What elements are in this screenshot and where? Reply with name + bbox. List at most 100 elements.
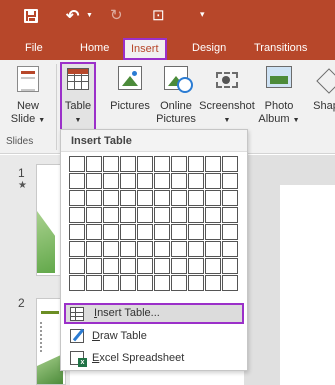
online-pictures-button[interactable]: Online Pictures (154, 66, 198, 126)
table-grid-cell[interactable] (205, 190, 221, 206)
tab-home[interactable]: Home (80, 42, 109, 54)
table-grid-cell[interactable] (188, 241, 204, 257)
undo-dropdown-icon[interactable]: ▼ (86, 12, 93, 19)
table-grid-cell[interactable] (171, 207, 187, 223)
table-grid-cell[interactable] (171, 258, 187, 274)
table-grid-cell[interactable] (137, 224, 153, 240)
table-grid-cell[interactable] (171, 156, 187, 172)
table-grid-cell[interactable] (69, 258, 85, 274)
table-grid-cell[interactable] (205, 224, 221, 240)
table-grid-cell[interactable] (86, 190, 102, 206)
table-grid-cell[interactable] (86, 241, 102, 257)
table-grid-cell[interactable] (103, 173, 119, 189)
tab-transitions[interactable]: Transitions (254, 42, 307, 54)
table-grid-cell[interactable] (154, 275, 170, 291)
table-grid-cell[interactable] (205, 207, 221, 223)
new-slide-button[interactable]: New Slide ▼ (4, 66, 52, 127)
table-grid-cell[interactable] (120, 224, 136, 240)
slide-canvas[interactable] (280, 185, 335, 385)
undo-icon[interactable]: ↶ (66, 6, 79, 26)
customize-toolbar-icon[interactable]: ▾ (200, 9, 205, 20)
table-grid-cell[interactable] (188, 275, 204, 291)
table-grid-cell[interactable] (103, 275, 119, 291)
table-grid-cell[interactable] (188, 173, 204, 189)
table-grid-cell[interactable] (120, 207, 136, 223)
table-grid-cell[interactable] (120, 156, 136, 172)
table-grid-cell[interactable] (69, 275, 85, 291)
table-grid-cell[interactable] (137, 156, 153, 172)
table-grid-cell[interactable] (137, 275, 153, 291)
excel-spreadsheet-menu-item[interactable]: Excel Spreadsheet (64, 348, 244, 369)
table-grid-cell[interactable] (86, 173, 102, 189)
save-icon[interactable] (24, 9, 38, 23)
photo-album-button[interactable]: Photo Album ▼ (252, 66, 306, 127)
screenshot-button[interactable]: Screenshot ▼ (196, 66, 258, 127)
start-slideshow-icon[interactable]: ⊡ (152, 6, 165, 24)
table-grid-cell[interactable] (222, 190, 238, 206)
table-grid-cell[interactable] (188, 190, 204, 206)
table-grid-cell[interactable] (69, 241, 85, 257)
table-grid-cell[interactable] (222, 207, 238, 223)
table-grid-cell[interactable] (137, 258, 153, 274)
table-grid-cell[interactable] (188, 258, 204, 274)
table-grid-cell[interactable] (86, 275, 102, 291)
pictures-button[interactable]: Pictures (106, 66, 154, 113)
table-grid-cell[interactable] (222, 173, 238, 189)
table-grid-cell[interactable] (154, 156, 170, 172)
table-grid-cell[interactable] (137, 207, 153, 223)
table-grid-cell[interactable] (120, 275, 136, 291)
table-grid-cell[interactable] (188, 207, 204, 223)
table-grid-cell[interactable] (120, 173, 136, 189)
table-grid-cell[interactable] (137, 241, 153, 257)
table-grid-cell[interactable] (137, 190, 153, 206)
table-grid-cell[interactable] (222, 258, 238, 274)
table-grid-cell[interactable] (188, 224, 204, 240)
table-grid-cell[interactable] (154, 224, 170, 240)
table-grid-cell[interactable] (222, 156, 238, 172)
table-grid-cell[interactable] (103, 190, 119, 206)
table-grid-cell[interactable] (69, 224, 85, 240)
table-grid-cell[interactable] (222, 241, 238, 257)
table-grid-cell[interactable] (154, 258, 170, 274)
table-grid-cell[interactable] (69, 173, 85, 189)
table-grid-cell[interactable] (222, 224, 238, 240)
draw-table-menu-item[interactable]: Draw Table (64, 326, 244, 347)
table-grid-cell[interactable] (120, 241, 136, 257)
table-grid-cell[interactable] (171, 173, 187, 189)
table-grid-cell[interactable] (69, 207, 85, 223)
table-grid-cell[interactable] (205, 258, 221, 274)
table-grid-cell[interactable] (69, 190, 85, 206)
table-grid-cell[interactable] (222, 275, 238, 291)
table-grid-cell[interactable] (103, 258, 119, 274)
table-grid-cell[interactable] (205, 275, 221, 291)
table-grid-cell[interactable] (188, 156, 204, 172)
table-grid-cell[interactable] (171, 241, 187, 257)
table-grid-cell[interactable] (154, 207, 170, 223)
table-grid-cell[interactable] (171, 224, 187, 240)
table-grid-cell[interactable] (103, 224, 119, 240)
table-grid-cell[interactable] (171, 190, 187, 206)
table-grid-cell[interactable] (205, 156, 221, 172)
table-grid-cell[interactable] (205, 173, 221, 189)
redo-icon[interactable]: ↻ (110, 6, 123, 24)
tab-design[interactable]: Design (192, 42, 226, 54)
table-grid-cell[interactable] (154, 190, 170, 206)
table-grid-cell[interactable] (120, 190, 136, 206)
table-grid-cell[interactable] (103, 207, 119, 223)
table-grid-cell[interactable] (86, 207, 102, 223)
table-grid-cell[interactable] (69, 156, 85, 172)
table-grid-cell[interactable] (154, 173, 170, 189)
table-grid-cell[interactable] (86, 224, 102, 240)
insert-table-menu-item[interactable]: Insert Table... (64, 303, 244, 324)
table-button[interactable]: Table ▼ (60, 62, 96, 134)
tab-insert[interactable]: Insert (123, 38, 167, 60)
table-grid-cell[interactable] (154, 241, 170, 257)
table-grid-cell[interactable] (103, 241, 119, 257)
table-grid-cell[interactable] (205, 241, 221, 257)
table-grid-cell[interactable] (171, 275, 187, 291)
shapes-button[interactable]: Shap (306, 66, 335, 113)
table-grid-cell[interactable] (86, 258, 102, 274)
table-grid-cell[interactable] (103, 156, 119, 172)
table-grid-cell[interactable] (86, 156, 102, 172)
tab-file[interactable]: File (25, 42, 43, 54)
